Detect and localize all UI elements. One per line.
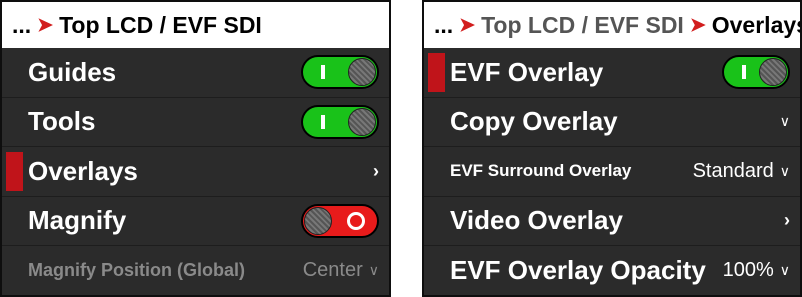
select-value: 100%: [722, 258, 774, 281]
evf-overlay-toggle[interactable]: [722, 55, 790, 90]
menu-item-evf-surround-overlay[interactable]: EVF Surround Overlay Standard ∨: [424, 147, 800, 197]
selection-indicator: [6, 152, 23, 191]
menu-item-guides[interactable]: Guides: [2, 48, 389, 98]
guides-toggle[interactable]: [301, 55, 379, 90]
evf-surround-overlay-select[interactable]: Standard ∨: [693, 160, 790, 183]
menu-item-copy-overlay[interactable]: Copy Overlay ∨: [424, 98, 800, 147]
toggle-on-mark-icon: [321, 114, 325, 129]
menu-item-label: Guides: [28, 56, 117, 87]
overlays-menu: ... ➤ Top LCD / EVF SDI ➤ Overlays EVF O…: [422, 0, 802, 297]
breadcrumb-current: Overlays: [711, 11, 802, 38]
select-value: Standard: [692, 159, 774, 182]
menu-item-label: Copy Overlay: [450, 106, 618, 137]
selection-indicator: [428, 53, 445, 92]
menu-item-overlays[interactable]: Overlays ›: [2, 147, 389, 197]
menu-item-label: Video Overlay: [450, 205, 623, 236]
menu-item-video-overlay[interactable]: Video Overlay ›: [424, 197, 800, 246]
breadcrumb-separator-icon: ➤: [459, 14, 476, 36]
toggle-on-mark-icon: [321, 65, 325, 80]
magnify-position-select: Center ∨: [303, 259, 379, 282]
menu-item-evf-overlay-opacity[interactable]: EVF Overlay Opacity 100% ∨: [424, 246, 800, 295]
toggle-off-mark-icon: [347, 211, 365, 230]
chevron-down-icon: ∨: [779, 162, 790, 179]
breadcrumb-separator-icon: ➤: [689, 14, 706, 36]
menu-item-label: Overlays: [28, 155, 138, 186]
menu-item-label: Magnify Position (Global): [28, 259, 245, 280]
chevron-down-icon: ∨: [779, 261, 790, 278]
menu-item-label: EVF Overlay: [450, 56, 604, 87]
breadcrumb: ... ➤ Top LCD / EVF SDI ➤ Overlays: [424, 2, 800, 48]
chevron-right-icon: ›: [373, 160, 379, 181]
copy-overlay-select[interactable]: ∨: [780, 113, 790, 130]
toggle-on-mark-icon: [742, 65, 746, 80]
menu-item-tools[interactable]: Tools: [2, 98, 389, 147]
breadcrumb-current: Top LCD / EVF SDI: [59, 11, 262, 38]
menu-item-label: Tools: [28, 106, 96, 137]
menu-item-magnify-position: Magnify Position (Global) Center ∨: [2, 246, 389, 295]
toggle-knob: [304, 206, 332, 235]
menu-item-label: EVF Surround Overlay: [450, 161, 632, 181]
chevron-down-icon: ∨: [779, 113, 790, 130]
chevron-right-icon: ›: [784, 210, 790, 231]
chevron-down-icon: ∨: [368, 261, 379, 278]
toggle-knob: [759, 58, 787, 87]
magnify-toggle[interactable]: [301, 203, 379, 238]
menu-item-label: EVF Overlay Opacity: [450, 254, 706, 285]
menu-item-evf-overlay[interactable]: EVF Overlay: [424, 48, 800, 98]
select-value: Center: [302, 258, 363, 281]
evf-overlay-opacity-select[interactable]: 100% ∨: [723, 259, 790, 282]
menu-item-label: Magnify: [28, 205, 127, 236]
tools-toggle[interactable]: [301, 104, 379, 139]
breadcrumb: ... ➤ Top LCD / EVF SDI: [2, 2, 389, 48]
toggle-knob: [348, 58, 376, 87]
menu-item-magnify[interactable]: Magnify: [2, 197, 389, 246]
breadcrumb-back[interactable]: ...: [434, 12, 453, 39]
top-lcd-evf-sdi-menu: ... ➤ Top LCD / EVF SDI Guides Tools Ove…: [0, 0, 391, 297]
breadcrumb-back[interactable]: ...: [12, 12, 31, 39]
breadcrumb-separator-icon: ➤: [37, 14, 54, 36]
toggle-knob: [348, 107, 376, 136]
breadcrumb-parent[interactable]: Top LCD / EVF SDI: [481, 12, 684, 39]
